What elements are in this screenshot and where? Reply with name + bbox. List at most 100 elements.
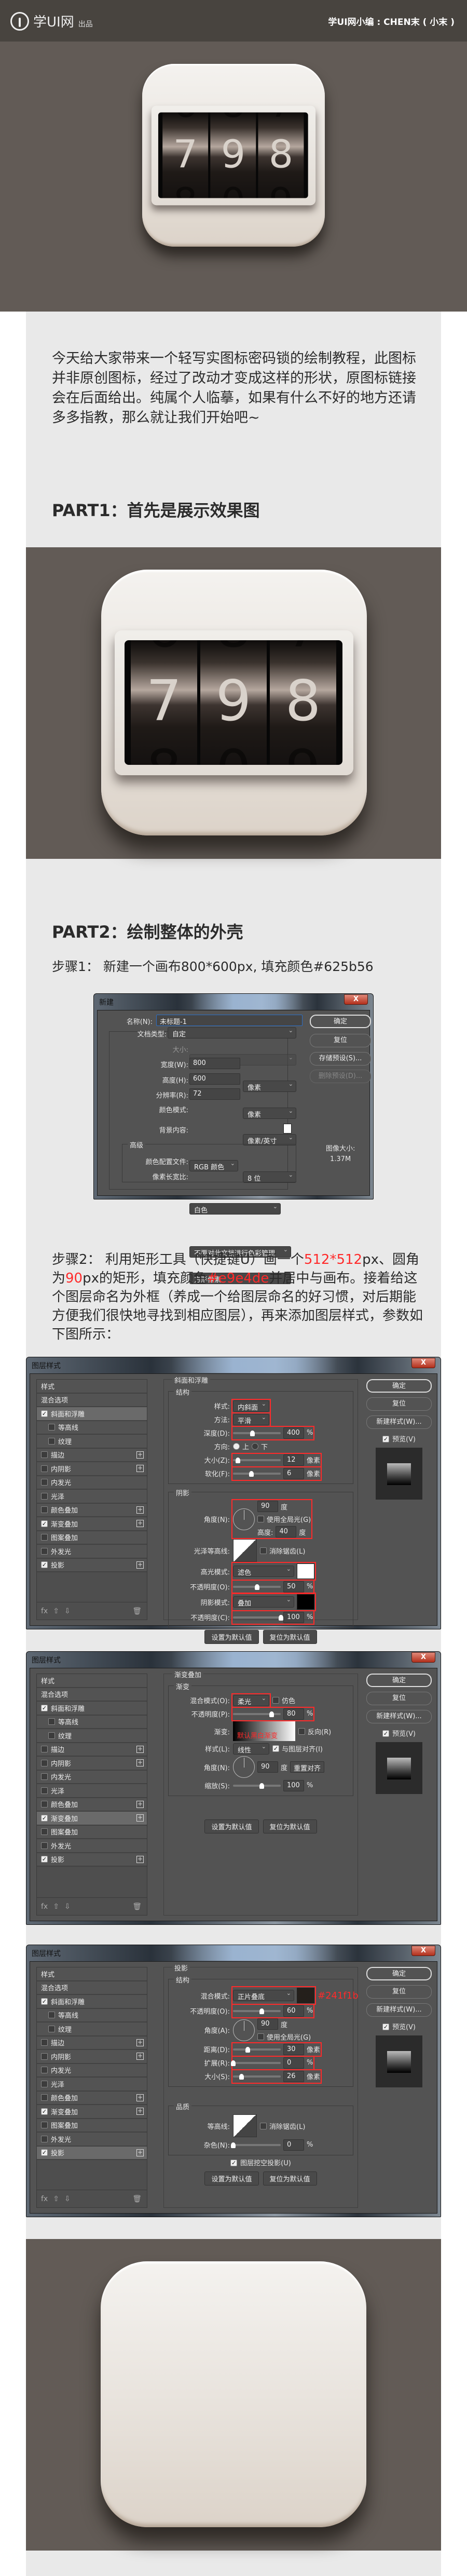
reset-button[interactable]: 复位	[366, 1397, 432, 1411]
doctype-select[interactable]: 自定	[168, 1027, 296, 1039]
style-checkbox[interactable]	[41, 2053, 48, 2060]
style-checkbox[interactable]: ✓	[41, 1856, 48, 1863]
slider-thumb[interactable]	[245, 2046, 250, 2053]
style-list-item[interactable]: 样式	[37, 1674, 147, 1688]
setting-slider[interactable]	[233, 2008, 281, 2014]
add-effect-button[interactable]: +	[136, 1451, 144, 1459]
style-checkbox[interactable]	[48, 1424, 55, 1431]
delete-preset-button[interactable]: 删除预设(D)...	[310, 1070, 371, 1083]
contour-picker[interactable]	[233, 1539, 257, 1562]
radio-button[interactable]	[252, 1443, 259, 1450]
style-checkbox[interactable]: ✓	[41, 1520, 48, 1527]
slider-thumb[interactable]	[255, 1584, 259, 1590]
setting-value-input[interactable]: 30	[283, 2043, 304, 2055]
add-effect-button[interactable]: +	[136, 2053, 144, 2060]
setting-slider[interactable]	[233, 1430, 281, 1436]
style-list-item[interactable]: 光泽	[37, 1490, 147, 1504]
preview-checkbox[interactable]: ✓	[382, 1730, 389, 1737]
altitude-input[interactable]: 40	[276, 1526, 297, 1537]
move-up-icon[interactable]: ⇧	[53, 1607, 59, 1615]
setting-value-input[interactable]: 0	[283, 2139, 304, 2151]
style-checkbox[interactable]: ✓	[41, 2149, 48, 2156]
checkbox[interactable]: ✓	[230, 2160, 238, 2166]
number-reel[interactable]: 7 8 9	[258, 112, 304, 198]
style-list-item[interactable]: ✓ 投影 +	[37, 2146, 147, 2160]
add-effect-button[interactable]: +	[136, 2094, 144, 2101]
trash-icon[interactable]: 🗑	[132, 2195, 142, 2203]
color-swatch[interactable]	[297, 1988, 314, 2003]
reset-default-button[interactable]: 复位为默认值	[263, 2172, 317, 2186]
slider-thumb[interactable]	[269, 1711, 274, 1717]
ok-button[interactable]: 确定	[310, 1015, 371, 1028]
set-default-button[interactable]: 设置为默认值	[204, 2172, 259, 2186]
height-unit-select[interactable]: 像素	[243, 1108, 296, 1119]
checkbox[interactable]	[257, 2033, 264, 2040]
style-list-item[interactable]: 描边 +	[37, 1448, 147, 1462]
setting-select[interactable]: 线性	[233, 1743, 269, 1755]
resolution-input[interactable]: 72	[189, 1088, 240, 1100]
trash-icon[interactable]: 🗑	[132, 1903, 142, 1911]
fx-icon[interactable]: fx	[41, 1607, 48, 1615]
height-input[interactable]: 600	[189, 1073, 240, 1085]
close-button[interactable]: X	[411, 1652, 435, 1663]
style-checkbox[interactable]	[41, 1787, 48, 1794]
width-input[interactable]: 800	[189, 1058, 240, 1069]
checkbox[interactable]	[257, 1516, 264, 1522]
add-effect-button[interactable]: +	[136, 1561, 144, 1569]
style-checkbox[interactable]	[41, 1759, 48, 1766]
style-list-item[interactable]: 光泽	[37, 2078, 147, 2092]
name-input[interactable]: 未标题-1	[156, 1015, 303, 1026]
style-list-item[interactable]: 内发光	[37, 1476, 147, 1490]
style-list-item[interactable]: ✓ 投影 +	[37, 1853, 147, 1867]
add-effect-button[interactable]: +	[136, 1814, 144, 1822]
style-list-item[interactable]: 纹理	[37, 2022, 147, 2036]
setting-slider[interactable]	[233, 2046, 281, 2053]
setting-value-input[interactable]: 12	[283, 1454, 304, 1466]
radio-button[interactable]	[233, 1443, 240, 1450]
style-list-item[interactable]: 内阴影 +	[37, 1462, 147, 1476]
style-checkbox[interactable]	[41, 1479, 48, 1486]
add-effect-button[interactable]: +	[136, 1759, 144, 1766]
add-effect-button[interactable]: +	[136, 2149, 144, 2156]
style-list-item[interactable]: 等高线	[37, 2008, 147, 2022]
number-reel[interactable]: 6 7 8	[131, 640, 197, 765]
set-default-button[interactable]: 设置为默认值	[204, 1630, 259, 1644]
style-list-item[interactable]: 样式	[37, 1380, 147, 1394]
setting-value-input[interactable]: 400	[283, 1427, 304, 1439]
setting-value-input[interactable]: 50	[283, 1581, 304, 1593]
setting-value-input[interactable]: 100	[283, 1611, 304, 1623]
style-checkbox[interactable]: ✓	[41, 1561, 48, 1569]
reset-button[interactable]: 复位	[366, 1985, 432, 1999]
style-list-item[interactable]: ✓ 渐变叠加 +	[37, 1812, 147, 1826]
style-list-item[interactable]: 等高线	[37, 1715, 147, 1729]
gradient-picker[interactable]: 默认黑白渐变	[233, 1721, 295, 1741]
setting-slider[interactable]	[233, 1584, 281, 1590]
style-checkbox[interactable]	[48, 1437, 55, 1445]
add-effect-button[interactable]: +	[136, 1745, 144, 1753]
set-default-button[interactable]: 设置为默认值	[204, 1819, 259, 1833]
style-list-item[interactable]: 混合选项	[37, 1688, 147, 1702]
style-list-item[interactable]: 样式	[37, 1967, 147, 1981]
width-unit-select[interactable]: 像素	[243, 1081, 296, 1092]
style-list-item[interactable]: 描边 +	[37, 2036, 147, 2050]
style-list-item[interactable]: ✓ 斜面和浮雕	[37, 1702, 147, 1716]
setting-value-input[interactable]: 26	[283, 2070, 304, 2082]
slider-thumb[interactable]	[231, 2142, 236, 2148]
style-list-item[interactable]: 纹理	[37, 1729, 147, 1743]
setting-slider[interactable]	[233, 2073, 281, 2080]
style-checkbox[interactable]	[41, 1842, 48, 1849]
color-swatch[interactable]	[297, 1594, 314, 1610]
style-list-item[interactable]: 内发光	[37, 1770, 147, 1784]
add-effect-button[interactable]: +	[136, 1520, 144, 1527]
preview-checkbox[interactable]: ✓	[382, 1436, 389, 1442]
style-checkbox[interactable]	[48, 2025, 55, 2032]
angle-input[interactable]: 90	[257, 2018, 278, 2030]
slider-thumb[interactable]	[259, 2008, 265, 2014]
checkbox[interactable]	[260, 2122, 267, 2129]
add-effect-button[interactable]: +	[136, 2039, 144, 2046]
style-checkbox[interactable]	[41, 1746, 48, 1753]
reset-button[interactable]: 复位	[310, 1034, 371, 1047]
style-checkbox[interactable]: ✓	[41, 2108, 48, 2115]
style-checkbox[interactable]	[41, 1451, 48, 1459]
style-list-item[interactable]: ✓ 渐变叠加 +	[37, 2105, 147, 2119]
